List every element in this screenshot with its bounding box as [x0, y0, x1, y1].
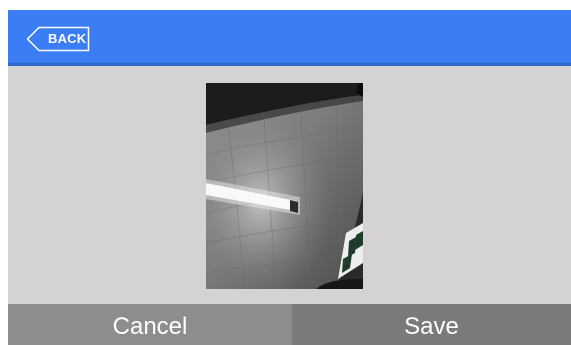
- save-button[interactable]: Save: [292, 304, 571, 345]
- cancel-button[interactable]: Cancel: [8, 304, 292, 345]
- bottom-action-bar: Cancel Save: [8, 304, 571, 345]
- captured-photo: [206, 83, 363, 289]
- top-bar: BACK: [8, 10, 571, 66]
- photo-preview-screen: BACK Cancel Save: [8, 10, 571, 345]
- ceiling-photo-image: [206, 83, 363, 289]
- back-button[interactable]: BACK: [26, 26, 90, 52]
- back-label: BACK: [48, 31, 87, 46]
- preview-area: [8, 66, 571, 304]
